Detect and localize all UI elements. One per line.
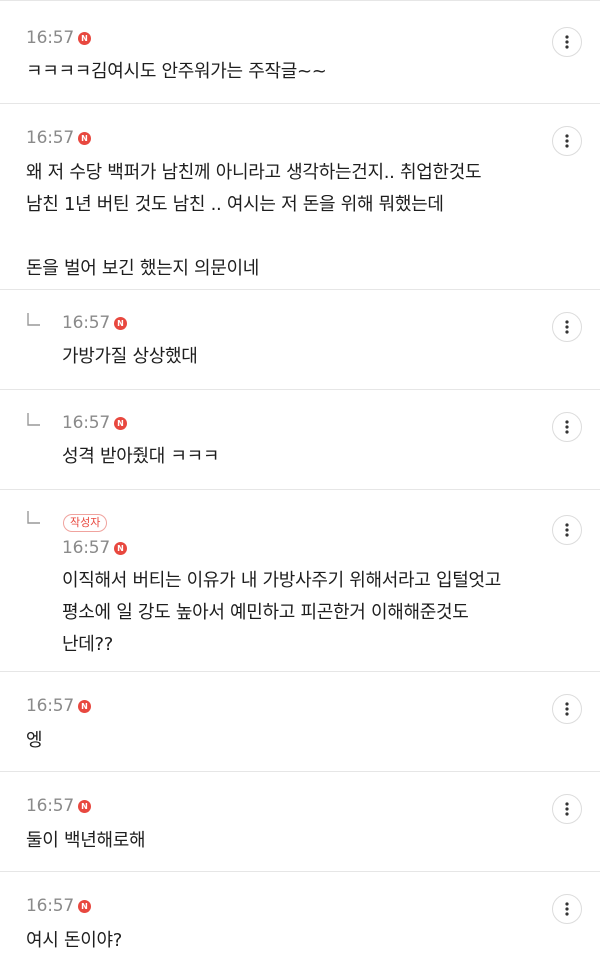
comment-item: 16:57 N 여시 돈이야? xyxy=(0,872,600,963)
reply-item: 16:57 N 가방가질 상상했대 xyxy=(0,290,600,390)
more-vertical-icon xyxy=(565,702,569,716)
comment-text: 여시 돈이야? xyxy=(26,930,122,951)
more-vertical-icon xyxy=(565,802,569,816)
more-options-button[interactable] xyxy=(552,412,582,442)
new-badge-icon: N xyxy=(114,316,127,330)
new-badge-icon: N xyxy=(114,416,127,430)
comment-text: ㅋㅋㅋㅋ김여시도 안주워가는 주작글~~ xyxy=(26,61,327,82)
new-badge-icon: N xyxy=(78,899,91,913)
comment-meta: 16:57 N xyxy=(62,413,127,433)
more-options-button[interactable] xyxy=(552,894,582,924)
comment-time: 16:57 xyxy=(26,896,74,916)
reply-arrow-icon xyxy=(27,413,40,426)
comment-text: 가방가질 상상했대 xyxy=(62,346,198,367)
more-vertical-icon xyxy=(565,523,569,537)
comment-item: 16:57 N ㅋㅋㅋㅋ김여시도 안주워가는 주작글~~ xyxy=(0,0,600,104)
comment-meta: 16:57 N xyxy=(26,28,91,48)
comment-meta: 16:57 N xyxy=(26,796,91,816)
comment-meta: 16:57 N xyxy=(62,538,127,558)
author-badge: 작성자 xyxy=(63,514,108,532)
comment-meta: 16:57 N xyxy=(26,128,91,148)
more-options-button[interactable] xyxy=(552,27,582,57)
more-vertical-icon xyxy=(565,320,569,334)
more-options-button[interactable] xyxy=(552,694,582,724)
comment-meta: 16:57 N xyxy=(26,896,91,916)
reply-item: 16:57 N 성격 받아줬대 ㅋㅋㅋ xyxy=(0,390,600,490)
comment-time: 16:57 xyxy=(26,796,74,816)
more-vertical-icon xyxy=(565,134,569,148)
reply-item: 작성자 16:57 N 이직해서 버티는 이유가 내 가방사주기 위해서라고 입… xyxy=(0,490,600,672)
more-vertical-icon xyxy=(565,420,569,434)
more-options-button[interactable] xyxy=(552,794,582,824)
comment-text: 성격 받아줬대 ㅋㅋㅋ xyxy=(62,446,220,467)
more-options-button[interactable] xyxy=(552,312,582,342)
comment-text: 왜 저 수당 백퍼가 남친께 아니라고 생각하는건지.. 취업한것도 남친 1년… xyxy=(26,162,482,279)
comment-text: 엥 xyxy=(26,730,43,751)
reply-arrow-icon xyxy=(27,511,40,524)
more-options-button[interactable] xyxy=(552,515,582,545)
more-options-button[interactable] xyxy=(552,126,582,156)
comment-time: 16:57 xyxy=(62,538,110,558)
comment-meta: 16:57 N xyxy=(62,313,127,333)
comment-item: 16:57 N 엥 xyxy=(0,672,600,772)
comment-time: 16:57 xyxy=(26,128,74,148)
comment-item: 16:57 N 왜 저 수당 백퍼가 남친께 아니라고 생각하는건지.. 취업한… xyxy=(0,104,600,290)
new-badge-icon: N xyxy=(78,699,91,713)
comment-item: 16:57 N 둘이 백년해로해 xyxy=(0,772,600,872)
new-badge-icon: N xyxy=(78,131,91,145)
comment-time: 16:57 xyxy=(62,413,110,433)
more-vertical-icon xyxy=(565,902,569,916)
more-vertical-icon xyxy=(565,35,569,49)
comment-text: 이직해서 버티는 이유가 내 가방사주기 위해서라고 입털엇고 평소에 일 강도… xyxy=(62,570,502,655)
reply-arrow-icon xyxy=(27,313,40,326)
new-badge-icon: N xyxy=(78,799,91,813)
comment-time: 16:57 xyxy=(26,28,74,48)
comment-meta: 16:57 N xyxy=(26,696,91,716)
new-badge-icon: N xyxy=(114,541,127,555)
new-badge-icon: N xyxy=(78,31,91,45)
comment-text: 둘이 백년해로해 xyxy=(26,830,146,851)
comment-time: 16:57 xyxy=(62,313,110,333)
comment-time: 16:57 xyxy=(26,696,74,716)
